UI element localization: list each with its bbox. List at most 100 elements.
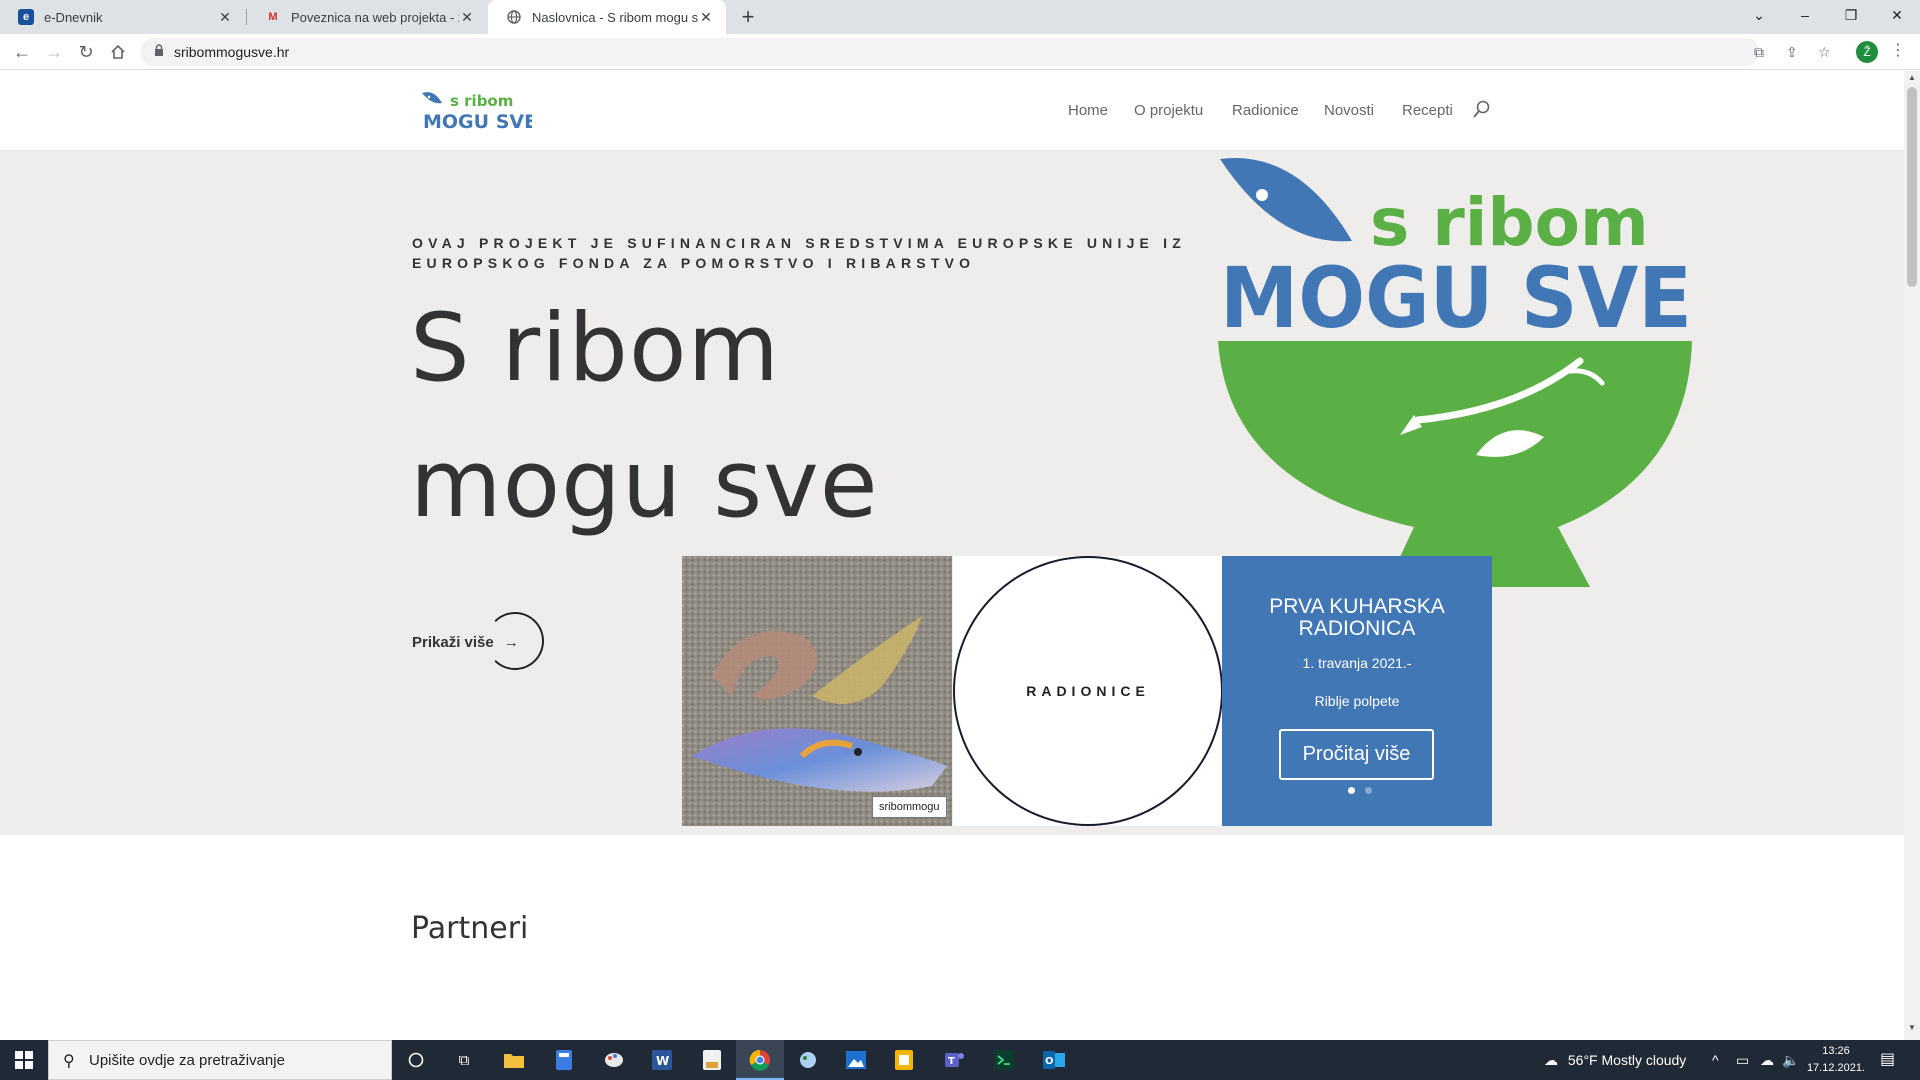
taskbar-search-placeholder: Upišite ovdje za pretraživanje bbox=[89, 1052, 285, 1069]
show-more-ring bbox=[486, 612, 544, 670]
restore-button[interactable]: ❐ bbox=[1828, 0, 1874, 30]
photos-icon[interactable] bbox=[842, 1046, 870, 1074]
image-tooltip: sribommogu bbox=[872, 796, 947, 818]
tab-gmail[interactable]: M Poveznica na web projekta - zan ✕ bbox=[247, 0, 487, 34]
tab-e-dnevnik[interactable]: e e-Dnevnik ✕ bbox=[0, 0, 245, 34]
fish-photo-card[interactable] bbox=[682, 556, 952, 826]
nav-o-projektu[interactable]: O projektu bbox=[1134, 102, 1203, 119]
kebab-menu-icon[interactable]: ⋮ bbox=[1890, 40, 1906, 60]
share-icon[interactable]: ⇪ bbox=[1786, 44, 1798, 61]
scroll-up-icon[interactable]: ▲ bbox=[1908, 73, 1916, 82]
file-explorer-icon[interactable] bbox=[500, 1046, 528, 1074]
web-page: s ribom MOGU SVE Home O projektu Radioni… bbox=[0, 71, 1904, 1040]
radionice-card[interactable]: RADIONICE bbox=[953, 556, 1223, 826]
browser-toolbar: ← → ↻ sribommogusve.hr ⧉ ⇪ ☆ Ž ⋮ bbox=[0, 34, 1920, 70]
radionice-label: RADIONICE bbox=[1026, 683, 1150, 699]
read-more-button[interactable]: Pročitaj više bbox=[1279, 729, 1434, 780]
taskbar-search-box[interactable]: ⚲ Upišite ovdje za pretraživanje bbox=[48, 1040, 392, 1080]
back-icon[interactable]: ← bbox=[8, 38, 36, 66]
cloud-sun-icon: ☁ bbox=[1544, 1052, 1558, 1068]
svg-text:T: T bbox=[948, 1056, 955, 1067]
gmail-icon: M bbox=[268, 11, 278, 23]
hero-title-line2: mogu sve bbox=[410, 430, 879, 539]
windows-start-button[interactable] bbox=[0, 1040, 48, 1080]
address-bar[interactable]: sribommogusve.hr ⧉ ⇪ ☆ bbox=[140, 38, 1831, 66]
tab-naslovnica[interactable]: Naslovnica - S ribom mogu sve ✕ bbox=[488, 0, 726, 34]
tab-title: Naslovnica - S ribom mogu sve bbox=[532, 9, 698, 25]
network-icon[interactable]: ▭ bbox=[1736, 1040, 1749, 1080]
new-tab-button[interactable]: + bbox=[735, 4, 761, 30]
e-dnevnik-icon: e bbox=[18, 9, 34, 25]
lock-icon bbox=[154, 44, 164, 59]
svg-text:O: O bbox=[1045, 1056, 1054, 1067]
slider-dot-2[interactable] bbox=[1365, 787, 1372, 794]
hero-kicker: OVAJ PROJEKT JE SUFINANCIRAN SREDSTVIMA … bbox=[412, 235, 1187, 271]
minimize-button[interactable]: – bbox=[1782, 0, 1828, 30]
document-viewer-icon[interactable] bbox=[698, 1046, 726, 1074]
logo-line2: MOGU SVE bbox=[423, 111, 532, 133]
url-text: sribommogusve.hr bbox=[174, 44, 290, 60]
reload-icon[interactable]: ↻ bbox=[72, 38, 100, 66]
hero-logo-illustration: s ribom MOGU SVE bbox=[1218, 158, 1692, 587]
scroll-thumb[interactable] bbox=[1907, 87, 1917, 287]
tab-search-icon[interactable]: ⌄ bbox=[1736, 0, 1782, 30]
terminal-app-icon[interactable] bbox=[990, 1046, 1018, 1074]
slide-heading: PRVA KUHARSKA RADIONICA bbox=[1269, 595, 1445, 640]
calculator-icon[interactable] bbox=[550, 1046, 578, 1074]
word-icon[interactable]: W bbox=[648, 1046, 676, 1074]
forward-icon[interactable]: → bbox=[40, 38, 68, 66]
nav-home[interactable]: Home bbox=[1068, 102, 1108, 119]
close-tab-icon[interactable]: ✕ bbox=[459, 9, 475, 25]
radionice-circle: RADIONICE bbox=[953, 556, 1223, 826]
site-logo[interactable]: s ribom MOGU SVE bbox=[420, 89, 532, 133]
search-icon: ⚲ bbox=[63, 1053, 75, 1070]
page-scrollbar[interactable]: ▲ ▼ bbox=[1904, 71, 1920, 1040]
bookmark-star-icon[interactable]: ☆ bbox=[1818, 44, 1831, 61]
chrome-icon[interactable] bbox=[746, 1046, 774, 1074]
close-tab-icon[interactable]: ✕ bbox=[217, 9, 233, 25]
volume-icon[interactable]: 🔈 bbox=[1782, 1040, 1799, 1080]
show-more-label: Prikaži više bbox=[412, 634, 494, 651]
hero-section: OVAJ PROJEKT JE SUFINANCIRAN SREDSTVIMA … bbox=[0, 151, 1904, 835]
svg-text:W: W bbox=[656, 1054, 669, 1068]
scroll-down-icon[interactable]: ▼ bbox=[1908, 1023, 1916, 1032]
paint-icon[interactable] bbox=[600, 1046, 628, 1074]
translate-icon[interactable]: ⧉ bbox=[1754, 44, 1764, 61]
task-view-icon[interactable]: ⧉ bbox=[450, 1046, 478, 1074]
clock-date: 17.12.2021. bbox=[1806, 1062, 1866, 1074]
weather-text: 56°F Mostly cloudy bbox=[1567, 1052, 1687, 1068]
notifications-icon[interactable]: ▤ bbox=[1880, 1040, 1895, 1080]
teams-icon[interactable]: T bbox=[940, 1046, 968, 1074]
system-clock[interactable]: 13:26 17.12.2021. bbox=[1804, 1043, 1868, 1077]
home-icon[interactable] bbox=[104, 38, 132, 66]
big-logo-line2: MOGU SVE bbox=[1220, 249, 1692, 347]
tab-title: Poveznica na web projekta - zan bbox=[291, 9, 459, 25]
clock-time: 13:26 bbox=[1822, 1045, 1850, 1057]
logo-line1: s ribom bbox=[450, 92, 513, 110]
show-hidden-icons[interactable]: ^ bbox=[1712, 1040, 1719, 1080]
tab-bar: e e-Dnevnik ✕ M Poveznica na web projekt… bbox=[0, 0, 1920, 34]
partners-heading: Partneri bbox=[411, 911, 529, 946]
site-header: s ribom MOGU SVE Home O projektu Radioni… bbox=[0, 71, 1904, 151]
slide-subtitle: Riblje polpete bbox=[1314, 693, 1400, 709]
slider-dot-1[interactable] bbox=[1348, 787, 1355, 794]
nav-novosti[interactable]: Novosti bbox=[1324, 102, 1374, 119]
hero-title: S ribom mogu sve bbox=[410, 281, 879, 553]
cortana-icon[interactable] bbox=[402, 1046, 430, 1074]
paint-3d-icon[interactable] bbox=[794, 1046, 822, 1074]
sticky-notes-icon[interactable] bbox=[890, 1046, 918, 1074]
outlook-icon[interactable]: O bbox=[1040, 1046, 1068, 1074]
weather-widget[interactable]: ☁ 56°F Mostly cloudy bbox=[1544, 1040, 1686, 1080]
slide-date: 1. travanja 2021.- bbox=[1302, 655, 1412, 671]
close-window-button[interactable]: ✕ bbox=[1874, 0, 1920, 30]
close-tab-icon[interactable]: ✕ bbox=[698, 9, 714, 25]
hero-title-line1: S ribom bbox=[410, 294, 781, 403]
tab-title: e-Dnevnik bbox=[44, 9, 103, 25]
profile-avatar[interactable]: Ž bbox=[1856, 41, 1878, 63]
search-icon[interactable] bbox=[1472, 99, 1492, 119]
onedrive-icon[interactable]: ☁ bbox=[1760, 1040, 1774, 1080]
fish-photo bbox=[682, 556, 952, 826]
nav-radionice[interactable]: Radionice bbox=[1232, 102, 1299, 119]
windows-taskbar: ⚲ Upišite ovdje za pretraživanje ⧉ W T O bbox=[0, 1040, 1920, 1080]
nav-recepti[interactable]: Recepti bbox=[1402, 102, 1453, 119]
